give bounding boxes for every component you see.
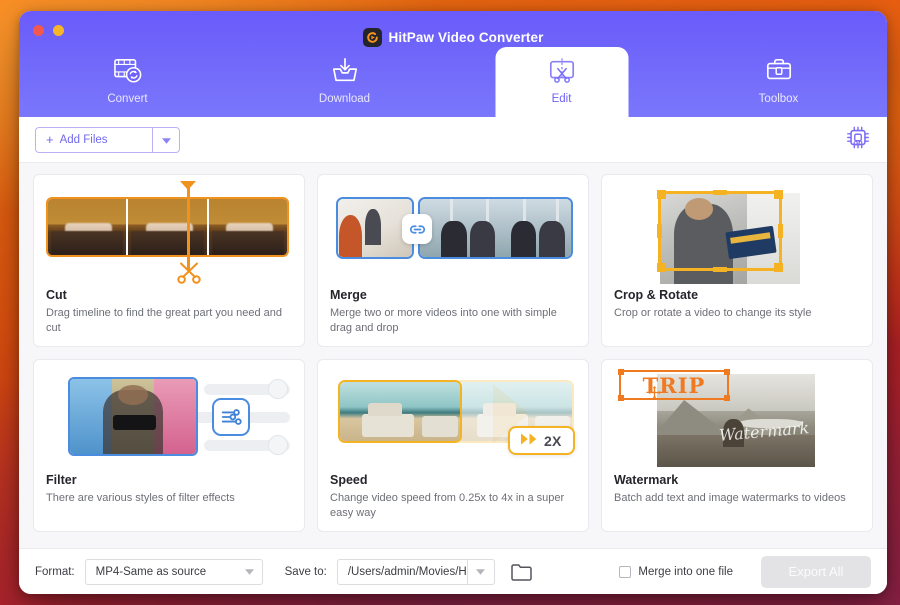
link-chain-icon (402, 214, 432, 244)
card-crop-rotate-title: Crop & Rotate (614, 288, 699, 302)
card-crop-rotate-desc: Crop or rotate a video to change its sty… (614, 307, 812, 319)
cut-artwork (34, 175, 304, 288)
speed-badge-label: 2X (544, 432, 562, 449)
cut-filmstrip (46, 197, 289, 257)
app-window: HitPaw Video Converter Convert Download … (19, 11, 887, 594)
convert-icon (113, 56, 143, 86)
card-watermark-desc: Batch add text and image watermarks to v… (614, 492, 846, 504)
add-files-label: Add Files (59, 133, 108, 146)
save-to-value: /Users/admin/Movies/Hi… (347, 565, 481, 578)
merge-into-one-file-checkbox[interactable]: Merge into one file (619, 565, 733, 578)
toolbox-icon (764, 56, 794, 86)
playhead-line (187, 185, 190, 271)
edit-tools-grid: Cut Drag timeline to find the great part… (33, 174, 873, 532)
tab-edit-label: Edit (551, 93, 572, 105)
card-speed-title: Speed (330, 473, 368, 487)
tab-edit[interactable]: Edit (453, 47, 670, 117)
tab-convert[interactable]: Convert (19, 47, 236, 117)
hitpaw-logo-icon (362, 28, 382, 47)
card-cut-title: Cut (46, 288, 67, 302)
card-speed[interactable]: 2X Speed Change video speed from 0.25x t… (317, 359, 589, 532)
speed-artwork: 2X (318, 360, 588, 473)
save-to-dropdown[interactable] (466, 558, 495, 585)
save-to-label: Save to: (284, 565, 327, 578)
folder-icon[interactable] (511, 563, 533, 581)
card-merge-title: Merge (330, 288, 367, 302)
app-header: HitPaw Video Converter Convert Download … (19, 11, 887, 117)
toolbar: + Add Files on (19, 117, 887, 163)
card-watermark-title: Watermark (614, 473, 679, 487)
watermark-text-box: TRIP (618, 369, 730, 401)
fast-forward-icon (521, 432, 538, 450)
scissors-icon (176, 261, 202, 288)
speed-badge: 2X (508, 426, 575, 455)
card-merge-desc: Merge two or more videos into one with s… (330, 307, 557, 334)
merge-into-one-file-label: Merge into one file (638, 565, 733, 578)
card-merge[interactable]: Merge Merge two or more videos into one … (317, 174, 589, 347)
format-label: Format: (35, 565, 75, 578)
card-cut[interactable]: Cut Drag timeline to find the great part… (33, 174, 305, 347)
card-cut-desc: Drag timeline to find the great part you… (46, 307, 283, 334)
edit-scissors-icon (547, 56, 577, 86)
crop-artwork (602, 175, 872, 288)
move-handle-icon (648, 386, 661, 404)
page-title: HitPaw Video Converter (388, 30, 544, 45)
export-all-button[interactable]: Export All (761, 555, 871, 588)
tab-download[interactable]: Download (236, 47, 453, 117)
svg-text:on: on (853, 138, 863, 147)
card-watermark[interactable]: Watermark TRIP Watermark Batch add text … (601, 359, 873, 532)
save-to-group: /Users/admin/Movies/Hi… (336, 558, 495, 585)
card-filter-desc: There are various styles of filter effec… (46, 492, 235, 504)
hardware-acceleration-icon[interactable]: on (845, 124, 871, 155)
tab-download-label: Download (318, 93, 371, 105)
sliders-icon (212, 398, 250, 436)
card-filter[interactable]: Filter There are various styles of filte… (33, 359, 305, 532)
crop-frame-icon (657, 190, 783, 272)
merge-artwork (318, 175, 588, 288)
tab-toolbox[interactable]: Toolbox (670, 47, 887, 117)
chevron-down-icon (161, 131, 171, 149)
format-select[interactable]: MP4-Same as source (84, 558, 263, 585)
chevron-down-icon (244, 566, 254, 578)
export-all-label: Export All (788, 564, 844, 579)
footer-bar: Format: MP4-Same as source Save to: /Use… (19, 548, 887, 594)
filter-artwork (34, 360, 304, 473)
tab-toolbox-label: Toolbox (758, 93, 799, 105)
add-files-dropdown[interactable] (152, 127, 179, 152)
checkbox-box[interactable] (619, 565, 632, 578)
save-to-input[interactable]: /Users/admin/Movies/Hi… (336, 558, 481, 585)
edit-tools-panel: Cut Drag timeline to find the great part… (19, 163, 887, 548)
tab-convert-label: Convert (107, 93, 148, 105)
add-files-button[interactable]: + Add Files (35, 126, 180, 153)
watermark-artwork: Watermark TRIP (602, 360, 872, 473)
plus-icon: + (46, 132, 54, 147)
download-icon (330, 56, 360, 86)
card-filter-title: Filter (46, 473, 77, 487)
card-crop-rotate[interactable]: Crop & Rotate Crop or rotate a video to … (601, 174, 873, 347)
card-speed-desc: Change video speed from 0.25x to 4x in a… (330, 492, 565, 519)
title-bar: HitPaw Video Converter (19, 28, 887, 47)
main-tabs: Convert Download Edit Toolbox (19, 47, 887, 117)
add-files-main[interactable]: + Add Files (36, 128, 152, 152)
format-value: MP4-Same as source (95, 565, 207, 578)
